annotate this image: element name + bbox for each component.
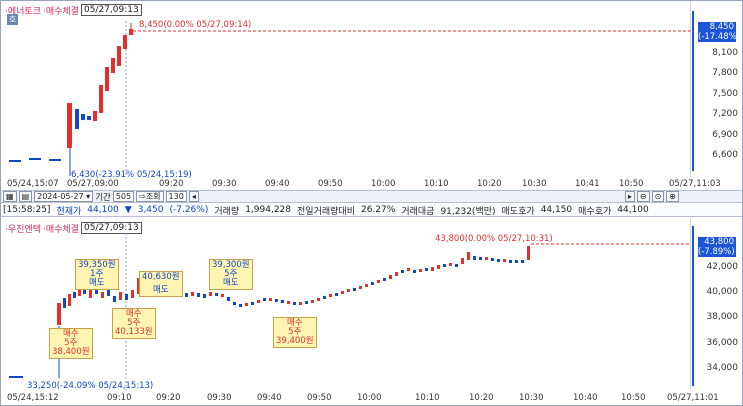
top-candles — [9, 21, 691, 177]
chart-window: ·에너토크 ·매수체결 05/27,09:13 호 8,450(0.00% 05… — [0, 0, 743, 406]
prev-volume-ratio: 26.27% — [360, 205, 396, 215]
prev-volume-ratio-label: 전일거래량대비 — [297, 206, 355, 217]
reset-icon[interactable]: ⊙ — [651, 191, 665, 202]
quote-time: [15:58:25] — [3, 205, 51, 215]
x-tick: 09:40 — [265, 179, 290, 189]
x-tick: 09:10 — [107, 393, 132, 403]
bottom-current-note: 43,800(0.00% 05/27,10:31) — [435, 234, 553, 244]
volume-value: 1,994,228 — [245, 205, 292, 215]
sell-callout[interactable]: 39,350원 1주 매도 — [75, 259, 119, 290]
x-tick: 09:30 — [207, 393, 232, 403]
x-tick: 05/27,11:03 — [669, 179, 721, 189]
x-tick: 10:41 — [575, 179, 600, 189]
x-tick: 10:30 — [522, 179, 547, 189]
y-tick: 7,500 — [712, 89, 738, 99]
x-tick: 10:50 — [619, 179, 644, 189]
y-tick: 7,200 — [712, 109, 738, 119]
zoom-in-icon[interactable]: ⊕ — [666, 191, 679, 202]
price-box-change: (-17.48%) — [698, 32, 741, 42]
bid-label: 매수호가 — [578, 206, 612, 217]
y-tick: 36,000 — [706, 338, 739, 348]
date-select[interactable]: 2024-05-27 ▾ — [34, 191, 94, 202]
sell-callout[interactable]: 39,300원 5주 매도 — [209, 259, 253, 290]
y-tick: 6,900 — [712, 130, 738, 140]
price-box-price: 8,450 — [709, 22, 734, 32]
buy-callout[interactable]: 매수 5주 38,400원 — [49, 328, 93, 359]
y-tick: 42,000 — [706, 262, 739, 272]
ask-value: 44,150 — [540, 205, 573, 215]
x-tick: 05/24,15:07 — [7, 179, 59, 189]
bid-value: 44,100 — [617, 205, 649, 215]
x-tick: 10:10 — [424, 179, 449, 189]
x-tick: 10:00 — [357, 393, 382, 403]
x-tick: 10:00 — [371, 179, 396, 189]
x-tick: 10:20 — [469, 393, 494, 403]
volume-label: 거래량 — [214, 206, 240, 217]
x-tick: 09:30 — [212, 179, 237, 189]
sell-callout[interactable]: 40,630원 매도 — [139, 271, 183, 297]
x-tick: 09:50 — [318, 179, 343, 189]
down-arrow-icon: ▼ — [124, 205, 132, 215]
query-button[interactable]: ⇨조회 — [136, 191, 164, 202]
top-price-box: 8,450 (-17.48%) — [698, 22, 741, 42]
zoom-out-icon[interactable]: ⊖ — [636, 191, 650, 202]
y-tick: 7,800 — [712, 68, 738, 78]
count-input[interactable]: 505 — [112, 191, 135, 202]
quote-infobar: [15:58:25] 현재가 44,100 ▼ 3,450 (-7.26%) 거… — [1, 204, 742, 217]
y-tick: 8,100 — [712, 48, 738, 58]
x-tick: 10:40 — [573, 393, 598, 403]
price-change: 3,450 — [137, 205, 164, 215]
y-tick: 38,000 — [706, 312, 739, 322]
y-tick: 6,600 — [712, 150, 738, 160]
current-price: 44,100 — [87, 205, 119, 215]
price-box-change: (-7.89%) — [698, 247, 735, 257]
period-label: 기간 — [95, 192, 111, 203]
x-tick: 10:50 — [621, 393, 646, 403]
amount-label: 거래대금 — [401, 206, 435, 217]
x-tick: 09:40 — [257, 393, 282, 403]
x-tick: 10:30 — [519, 393, 544, 403]
bottom-candles — [9, 233, 691, 390]
x-tick: 09:20 — [159, 179, 184, 189]
bottom-x-axis: 05/24,15:12 09:10 09:20 09:30 09:40 09:5… — [1, 393, 719, 405]
chart-toolbar: ▦ ▤ 2024-05-27 ▾ 기간 505 ⇨조회 130 ◂ ▸ ⊖ ⊙ … — [1, 190, 742, 203]
price-change-pct: (-7.26%) — [169, 205, 209, 215]
x-tick: 05/24,15:12 — [7, 393, 59, 403]
amount-value: 91,232(백만) — [440, 206, 496, 217]
x-tick: 09:20 — [156, 393, 181, 403]
price-box-price: 43,800 — [704, 237, 734, 247]
scroll-right-icon[interactable]: ▸ — [624, 191, 635, 202]
x-tick: 05/27,09:00 — [67, 179, 119, 189]
buy-callout[interactable]: 매수 5주 40,133원 — [112, 308, 156, 339]
x-tick: 05/27,11:01 — [667, 393, 719, 403]
y-tick: 40,000 — [706, 287, 739, 297]
bottom-low-note: 33,250(-24.09% 05/24,15:13) — [27, 381, 154, 391]
top-axis-marker — [692, 11, 694, 171]
x-tick: 10:10 — [415, 393, 440, 403]
price-label: 현재가 — [56, 206, 82, 217]
split-icon[interactable]: ▤ — [18, 191, 33, 202]
zoom-input[interactable]: 130 — [165, 191, 187, 202]
ask-label: 매도호가 — [501, 206, 535, 217]
layout-icon[interactable]: ▦ — [3, 191, 17, 202]
scroll-left-icon[interactable]: ◂ — [188, 191, 199, 202]
buy-callout[interactable]: 매수 5주 39,400원 — [273, 317, 317, 348]
y-tick: 34,000 — [706, 363, 739, 373]
bottom-price-box: 43,800 (-7.89%) — [698, 237, 736, 257]
x-tick: 10:20 — [477, 179, 502, 189]
x-tick: 09:50 — [307, 393, 332, 403]
top-current-note: 8,450(0.00% 05/27,09:14) — [139, 20, 252, 30]
bottom-axis-marker — [692, 226, 694, 386]
